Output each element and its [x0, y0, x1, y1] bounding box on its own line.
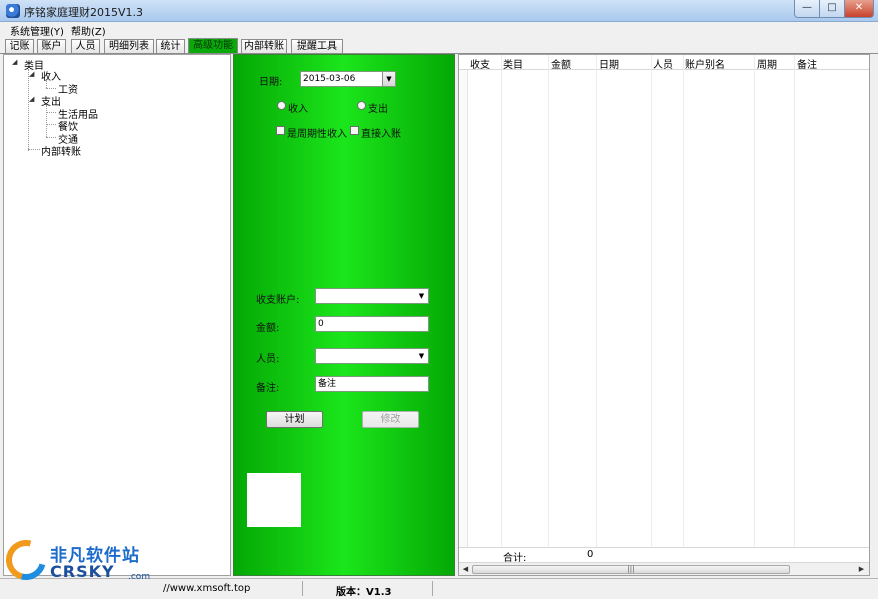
tree-connector: [46, 137, 56, 138]
preview-image: [247, 473, 301, 527]
note-input[interactable]: 备注: [315, 376, 429, 392]
column-divider: [683, 55, 684, 562]
status-website: //www.xmsoft.top: [163, 583, 251, 594]
status-version: 版本：V1.3: [336, 587, 392, 598]
date-value: 2015-03-06: [303, 74, 356, 84]
col-header-account-alias[interactable]: 账户别名: [685, 56, 725, 71]
menu-system[interactable]: 系统管理(Y): [10, 23, 64, 38]
col-header-type[interactable]: 收支: [470, 56, 490, 71]
scroll-right-icon[interactable]: ▶: [856, 564, 867, 575]
date-label: 日期:: [259, 77, 283, 88]
tab-people[interactable]: 人员: [71, 39, 100, 54]
scroll-thumb[interactable]: |||: [472, 565, 790, 574]
menu-bar: 系统管理(Y) 帮助(Z): [0, 22, 878, 38]
title-bar: 序铭家庭理财2015V1.3 — □ ✕: [0, 0, 878, 22]
account-select[interactable]: ▼: [315, 288, 429, 304]
amount-label: 金额:: [256, 323, 280, 334]
tree-connector: [46, 124, 56, 125]
tree-connector: [46, 105, 47, 137]
checkbox-direct-label: 直接入账: [361, 129, 401, 140]
column-divider: [596, 55, 597, 562]
window-edge: [870, 54, 878, 576]
tab-accounts[interactable]: 账户: [37, 39, 66, 54]
scroll-left-icon[interactable]: ◀: [460, 564, 471, 575]
checkbox-periodic-label: 是周期性收入: [287, 129, 347, 140]
tree-connector: [46, 88, 56, 89]
menu-help[interactable]: 帮助(Z): [71, 23, 106, 38]
tree-connector: [46, 112, 56, 113]
tab-strip: 记账 账户 人员 明细列表 统计 高级功能 内部转账 提醒工具: [0, 38, 878, 54]
account-label: 收支账户:: [256, 295, 300, 306]
watermark-logo-icon: [0, 532, 54, 588]
radio-expense[interactable]: [357, 101, 366, 110]
amount-input[interactable]: 0: [315, 316, 429, 332]
horizontal-scrollbar[interactable]: ◀ ||| ▶: [459, 562, 869, 575]
col-header-person[interactable]: 人员: [653, 56, 673, 71]
checkbox-direct[interactable]: [350, 126, 359, 135]
site-watermark: 非凡软件站 CRSKY .com: [0, 532, 160, 588]
column-divider: [501, 55, 502, 562]
app-icon: [6, 4, 20, 18]
person-label: 人员:: [256, 354, 280, 365]
minimize-button[interactable]: —: [794, 0, 820, 18]
collapse-triangle-icon[interactable]: ◢: [12, 58, 17, 66]
tree-connector: [28, 149, 40, 150]
collapse-triangle-icon[interactable]: ◢: [29, 95, 34, 103]
modify-button[interactable]: 修改: [362, 411, 419, 428]
total-row: 合计: 0: [459, 547, 869, 564]
tab-statistics[interactable]: 统计: [156, 39, 185, 54]
tab-reminder[interactable]: 提醒工具: [291, 39, 343, 54]
maximize-button[interactable]: □: [819, 0, 845, 18]
column-divider: [651, 55, 652, 562]
person-select[interactable]: ▼: [315, 348, 429, 364]
col-header-note[interactable]: 备注: [797, 56, 817, 71]
chevron-down-icon[interactable]: ▼: [415, 289, 428, 303]
col-header-amount[interactable]: 金额: [551, 56, 571, 71]
tree-connector: [46, 80, 47, 88]
tab-detail-list[interactable]: 明细列表: [104, 39, 154, 54]
watermark-en: CRSKY: [50, 562, 115, 581]
advanced-form-panel: 日期: 2015-03-06 ▼ 收入 支出 是周期性收入 直接入账 收支账户:…: [233, 54, 455, 576]
column-divider: [754, 55, 755, 562]
date-picker[interactable]: 2015-03-06 ▼: [300, 71, 396, 87]
tab-internal-transfer[interactable]: 内部转账: [241, 39, 287, 54]
grid-header: 收支 类目 金额 日期 人员 账户别名 周期 备注: [459, 55, 869, 71]
radio-expense-label: 支出: [368, 104, 388, 115]
col-header-category[interactable]: 类目: [503, 56, 523, 71]
col-header-period[interactable]: 周期: [757, 56, 777, 71]
chevron-down-icon[interactable]: ▼: [382, 72, 395, 86]
watermark-com: .com: [128, 572, 151, 582]
col-header-date[interactable]: 日期: [599, 56, 619, 71]
collapse-triangle-icon[interactable]: ◢: [29, 70, 34, 78]
plan-grid: 收支 类目 金额 日期 人员 账户别名 周期 备注 合计: 0 ◀ ||| ▶: [458, 54, 870, 576]
tab-advanced[interactable]: 高级功能: [188, 38, 238, 54]
column-divider: [548, 55, 549, 562]
row-header-gutter: [459, 70, 468, 548]
total-value: 0: [587, 549, 594, 560]
plan-button[interactable]: 计划: [266, 411, 323, 428]
chevron-down-icon[interactable]: ▼: [415, 349, 428, 363]
status-separator: [432, 581, 433, 596]
status-separator: [302, 581, 303, 596]
category-tree: ◢ 类目 ◢ 收入 工资 ◢ 支出 生活用品 餐饮 交通 内部转账: [3, 54, 231, 576]
checkbox-periodic[interactable]: [276, 126, 285, 135]
tree-item-salary[interactable]: 工资: [58, 81, 78, 96]
tab-bookkeeping[interactable]: 记账: [5, 39, 34, 54]
column-divider: [794, 55, 795, 562]
tree-item-transfer[interactable]: 内部转账: [41, 143, 81, 158]
note-label: 备注:: [256, 383, 280, 394]
radio-income-label: 收入: [288, 104, 308, 115]
radio-income[interactable]: [277, 101, 286, 110]
tree-connector: [28, 69, 29, 151]
window-title: 序铭家庭理财2015V1.3: [24, 6, 144, 19]
close-button[interactable]: ✕: [844, 0, 874, 18]
